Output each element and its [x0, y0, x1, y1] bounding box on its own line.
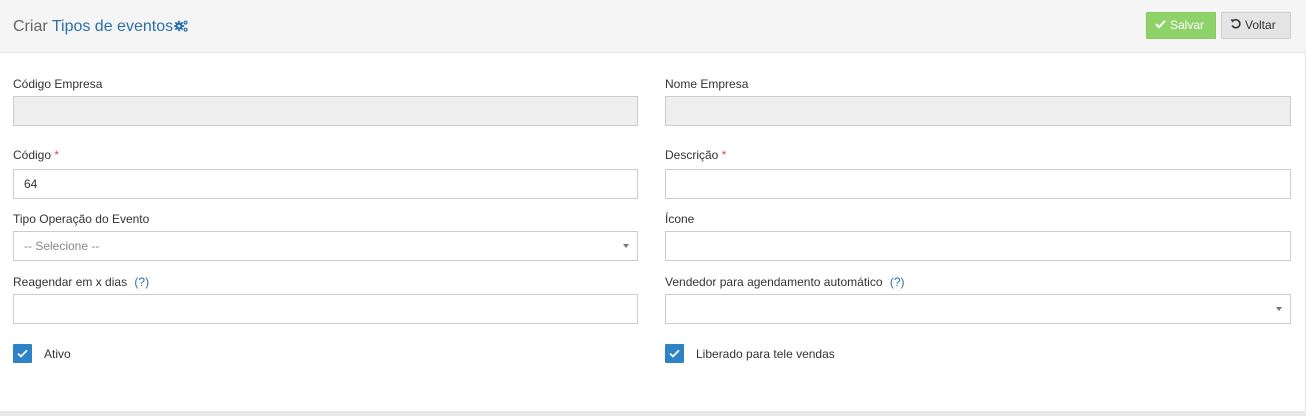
undo-icon — [1230, 12, 1241, 39]
reagendar-field[interactable] — [13, 294, 638, 324]
vendedor-select[interactable] — [665, 294, 1291, 324]
reagendar-label-text: Reagendar em x dias — [13, 275, 128, 289]
codigo-empresa-label: Código Empresa — [13, 77, 103, 91]
panel-bottom-border — [0, 411, 1306, 416]
required-mark: * — [721, 148, 727, 162]
codigo-field[interactable]: 64 — [13, 169, 638, 199]
back-button-label: Voltar — [1245, 18, 1276, 32]
reagendar-help-link[interactable]: (?) — [134, 275, 149, 289]
page-title: Criar Tipos de eventos — [13, 18, 189, 38]
descricao-label-text: Descrição — [665, 148, 719, 162]
codigo-empresa-field[interactable] — [13, 96, 638, 126]
caret-down-icon — [1276, 307, 1282, 311]
back-button[interactable]: Voltar — [1221, 12, 1291, 39]
title-accent: Tipos de eventos — [51, 18, 174, 35]
form-panel: Criar Tipos de eventos Salvar Voltar Cód… — [0, 0, 1306, 416]
ativo-label: Ativo — [44, 347, 71, 361]
check-icon — [1155, 12, 1166, 39]
title-prefix: Criar — [13, 18, 48, 35]
tipo-operacao-selected: -- Selecione -- — [24, 239, 100, 253]
icone-field[interactable] — [665, 231, 1291, 261]
ativo-checkbox[interactable] — [13, 344, 32, 363]
required-mark: * — [54, 148, 60, 162]
nome-empresa-field[interactable] — [665, 96, 1291, 126]
tipo-operacao-select[interactable]: -- Selecione -- — [13, 231, 638, 261]
checkmark-icon — [669, 347, 680, 361]
page-header: Criar Tipos de eventos Salvar Voltar — [0, 0, 1306, 53]
codigo-label-text: Código — [13, 148, 52, 162]
tipo-operacao-label: Tipo Operação do Evento — [13, 212, 150, 226]
vendedor-help-link[interactable]: (?) — [890, 275, 905, 289]
nome-empresa-label: Nome Empresa — [665, 77, 749, 91]
vendedor-label-text: Vendedor para agendamento automático — [665, 275, 883, 289]
tele-vendas-label: Liberado para tele vendas — [696, 347, 835, 361]
caret-down-icon — [623, 244, 629, 248]
codigo-label: Código * — [13, 148, 59, 162]
vendedor-label: Vendedor para agendamento automático (?) — [665, 275, 905, 289]
save-button[interactable]: Salvar — [1146, 12, 1216, 39]
checkmark-icon — [17, 347, 28, 361]
tele-vendas-checkbox[interactable] — [665, 344, 684, 363]
descricao-label: Descrição * — [665, 148, 726, 162]
icone-label: Ícone — [665, 212, 695, 226]
gears-icon — [173, 19, 189, 38]
reagendar-label: Reagendar em x dias (?) — [13, 275, 149, 289]
descricao-field[interactable] — [665, 169, 1291, 199]
save-button-label: Salvar — [1170, 18, 1205, 32]
